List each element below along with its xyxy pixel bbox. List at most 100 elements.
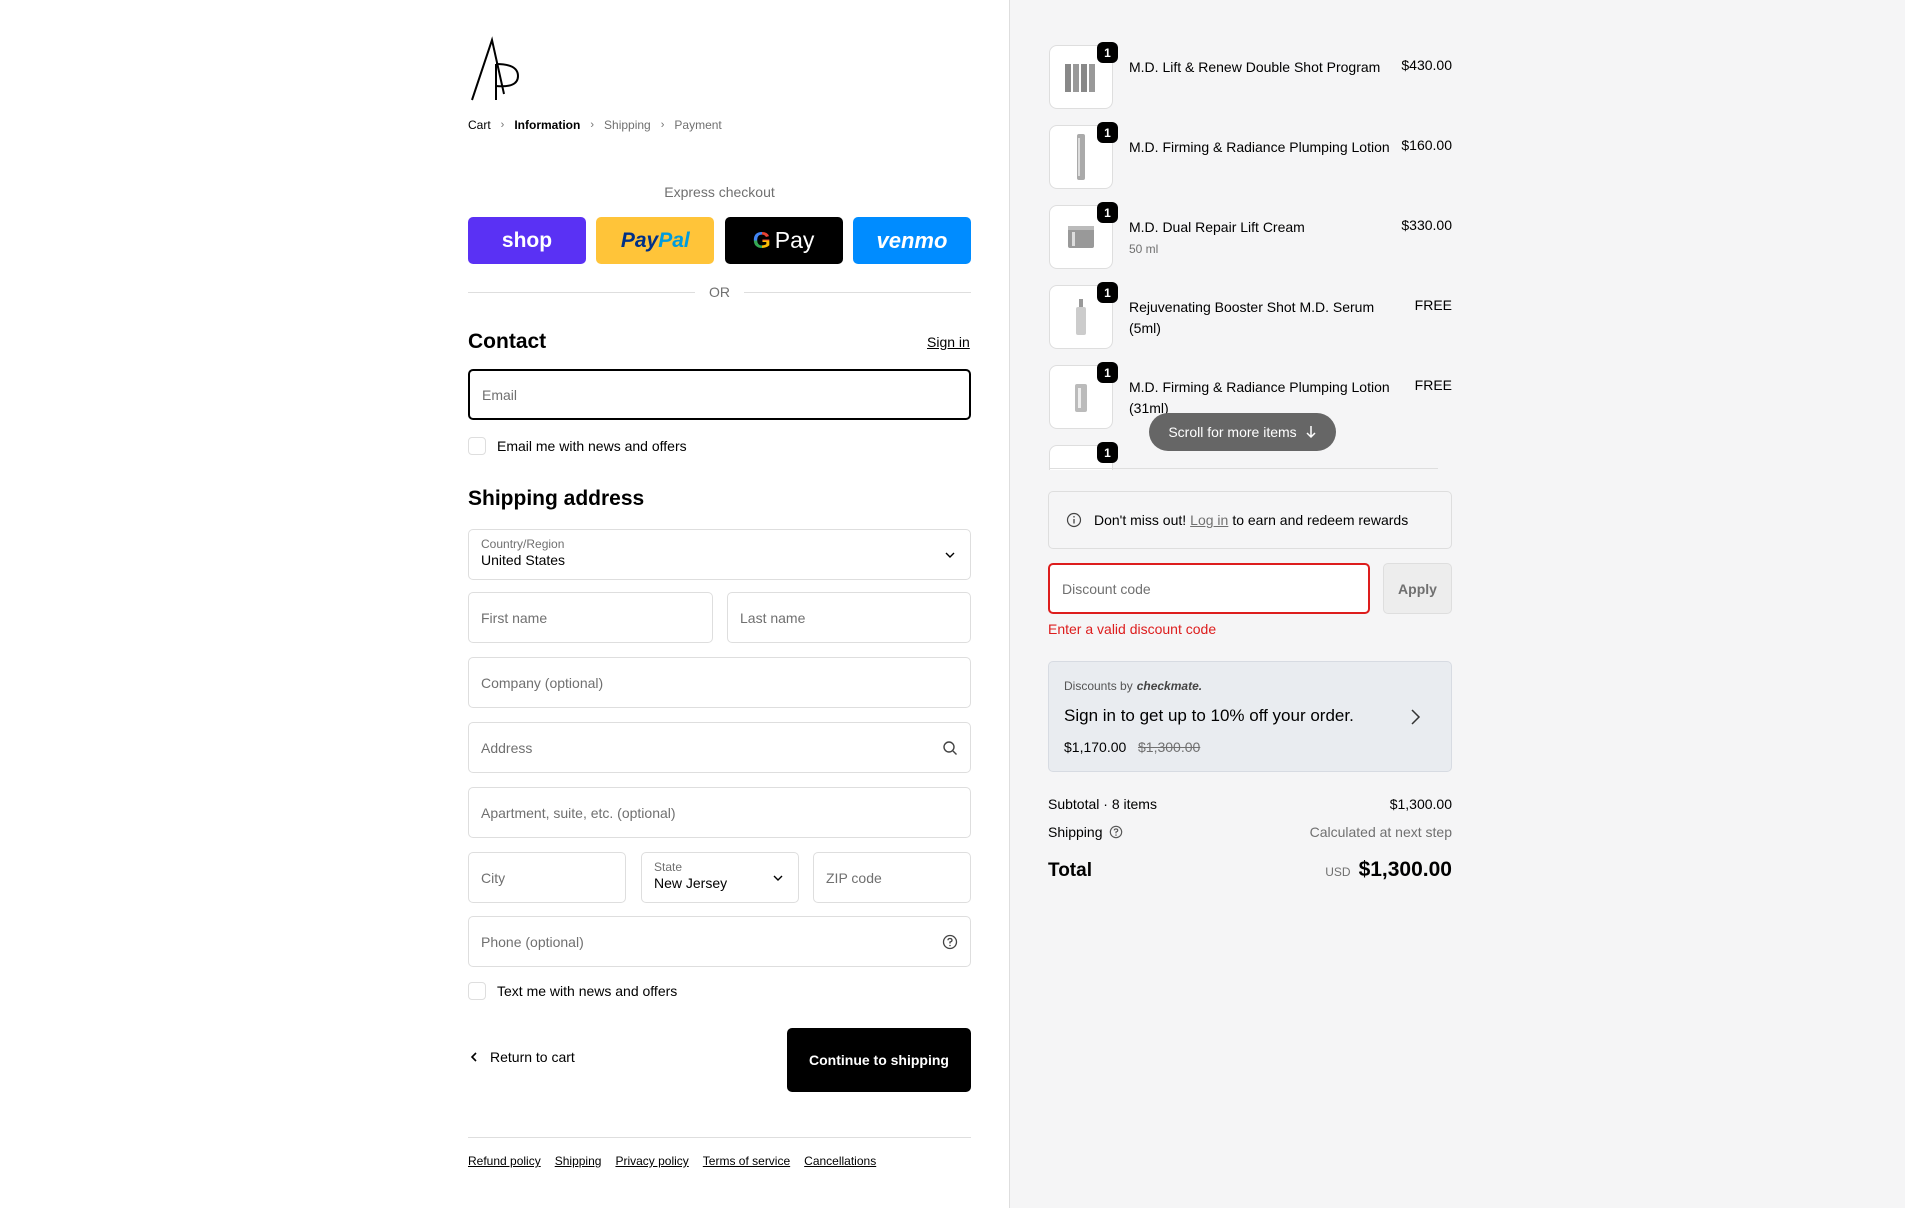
- order-items-list[interactable]: 1 M.D. Lift & Renew Double Shot Program …: [1049, 36, 1452, 470]
- total-currency: USD: [1325, 865, 1351, 879]
- terms-of-service-link[interactable]: Terms of service: [703, 1154, 790, 1168]
- subtotal-label: Subtotal · 8 items: [1048, 796, 1157, 812]
- google-pay-button[interactable]: G Pay: [724, 217, 843, 264]
- zip-field[interactable]: [813, 852, 971, 903]
- shop-pay-button[interactable]: shop: [468, 217, 586, 264]
- scroll-for-more-button[interactable]: Scroll for more items: [1149, 413, 1336, 451]
- country-select[interactable]: Country/Region United States: [468, 529, 971, 580]
- store-logo[interactable]: [468, 36, 520, 102]
- paypal-button[interactable]: PayPal: [596, 217, 715, 264]
- address-input[interactable]: [469, 723, 970, 772]
- chevron-down-icon: [773, 875, 783, 881]
- zip-input[interactable]: [814, 853, 970, 902]
- company-input[interactable]: [469, 658, 970, 707]
- sign-in-link[interactable]: Sign in: [927, 334, 970, 350]
- item-price: $430.00: [1401, 57, 1452, 73]
- subtotal-row: Subtotal · 8 items $1,300.00: [1048, 796, 1452, 812]
- checkmate-title: Sign in to get up to 10% off your order.: [1064, 706, 1354, 725]
- shipping-row: Shipping Calculated at next step: [1048, 824, 1452, 840]
- email-news-checkbox[interactable]: [468, 437, 486, 455]
- last-name-field[interactable]: [727, 592, 971, 643]
- item-variant: 50 ml: [1129, 242, 1159, 256]
- item-name: M.D. Lift & Renew Double Shot Program: [1129, 59, 1381, 75]
- email-news-label: Email me with news and offers: [497, 438, 687, 454]
- divider-line: [744, 291, 971, 293]
- privacy-policy-link[interactable]: Privacy policy: [615, 1154, 688, 1168]
- discount-code-input[interactable]: [1050, 565, 1368, 612]
- list-item: 1 M.D. Lift & Renew Double Shot Program …: [1049, 36, 1452, 109]
- text-news-checkbox-row[interactable]: Text me with news and offers: [468, 982, 677, 1000]
- last-name-input[interactable]: [728, 593, 970, 642]
- help-icon[interactable]: [942, 934, 958, 950]
- item-price: FREE: [1414, 377, 1452, 393]
- rewards-login-link[interactable]: Log in: [1190, 512, 1228, 528]
- product-image-icon: [1065, 64, 1095, 92]
- quantity-badge: 1: [1097, 442, 1118, 463]
- chevron-down-icon: [945, 552, 955, 558]
- continue-to-shipping-button[interactable]: Continue to shipping: [787, 1028, 971, 1092]
- refund-policy-link[interactable]: Refund policy: [468, 1154, 541, 1168]
- item-name: Rejuvenating Booster Shot M.D. Serum (5m…: [1129, 299, 1375, 336]
- shipping-policy-link[interactable]: Shipping: [555, 1154, 602, 1168]
- chevron-right-icon: ›: [590, 119, 595, 131]
- email-news-checkbox-row[interactable]: Email me with news and offers: [468, 437, 687, 455]
- country-value: United States: [481, 552, 566, 568]
- shipping-address-heading: Shipping address: [468, 487, 645, 510]
- address-field[interactable]: [468, 722, 971, 773]
- first-name-input[interactable]: [469, 593, 712, 642]
- info-icon: [1066, 512, 1082, 528]
- breadcrumb-cart[interactable]: Cart: [468, 118, 491, 132]
- scroll-hint-label: Scroll for more items: [1168, 424, 1297, 440]
- checkmate-attribution: Discounts by checkmate.: [1064, 679, 1203, 693]
- text-news-label: Text me with news and offers: [497, 983, 678, 999]
- checkmate-offer-card[interactable]: Discounts by checkmate. Sign in to get up…: [1048, 661, 1452, 772]
- item-price: $160.00: [1401, 137, 1452, 153]
- contact-heading: Contact: [468, 330, 547, 353]
- items-list-divider: [1049, 468, 1438, 469]
- divider-line: [468, 291, 695, 293]
- checkmate-original-price: $1,300.00: [1138, 739, 1201, 755]
- help-icon[interactable]: [1109, 825, 1123, 839]
- item-name: M.D. Dual Repair Lift Cream: [1129, 219, 1305, 235]
- list-item: 1 M.D. Firming & Radiance Plumping Lotio…: [1049, 116, 1452, 189]
- return-to-cart-link[interactable]: Return to cart: [468, 1049, 575, 1065]
- shop-pay-logo: shop: [501, 228, 553, 252]
- checkmate-discounted-price: $1,170.00: [1064, 739, 1127, 755]
- chevron-right-icon: ›: [660, 119, 665, 131]
- apartment-field[interactable]: [468, 787, 971, 838]
- apply-discount-button[interactable]: Apply: [1383, 563, 1452, 614]
- phone-field[interactable]: [468, 916, 971, 967]
- apartment-input[interactable]: [469, 788, 970, 837]
- phone-input[interactable]: [469, 917, 970, 966]
- venmo-button[interactable]: venmo: [852, 217, 971, 264]
- quantity-badge: 1: [1097, 362, 1118, 383]
- city-field[interactable]: [468, 852, 626, 903]
- breadcrumb-shipping: Shipping: [604, 118, 651, 132]
- email-field[interactable]: [468, 369, 971, 420]
- quantity-badge: 1: [1097, 282, 1118, 303]
- shipping-value: Calculated at next step: [1309, 824, 1452, 840]
- discount-error-message: Enter a valid discount code: [1048, 621, 1217, 637]
- discount-code-field[interactable]: [1048, 563, 1370, 614]
- list-item: 1 Rejuvenating Booster Shot M.D. Serum (…: [1049, 276, 1452, 349]
- chevron-right-icon: ›: [500, 119, 505, 131]
- text-news-checkbox[interactable]: [468, 982, 486, 1000]
- country-label: Country/Region: [481, 537, 565, 551]
- cancellations-link[interactable]: Cancellations: [804, 1154, 876, 1168]
- email-input[interactable]: [470, 371, 969, 418]
- total-label: Total: [1048, 860, 1092, 881]
- item-name: M.D. Firming & Radiance Plumping Lotion: [1129, 139, 1390, 155]
- product-image-icon: [1076, 299, 1086, 335]
- product-image-icon: [1077, 134, 1085, 180]
- shipping-label: Shipping: [1048, 824, 1103, 840]
- or-divider: OR: [468, 284, 971, 300]
- return-to-cart-label: Return to cart: [490, 1049, 575, 1065]
- rewards-text-b: to earn and redeem rewards: [1232, 512, 1409, 528]
- shipping-label-group: Shipping: [1048, 824, 1123, 840]
- company-field[interactable]: [468, 657, 971, 708]
- city-input[interactable]: [469, 853, 625, 902]
- item-price: $330.00: [1401, 217, 1452, 233]
- first-name-field[interactable]: [468, 592, 713, 643]
- total-row: Total USD $1,300.00: [1048, 858, 1452, 882]
- state-select[interactable]: State New Jersey: [641, 852, 799, 903]
